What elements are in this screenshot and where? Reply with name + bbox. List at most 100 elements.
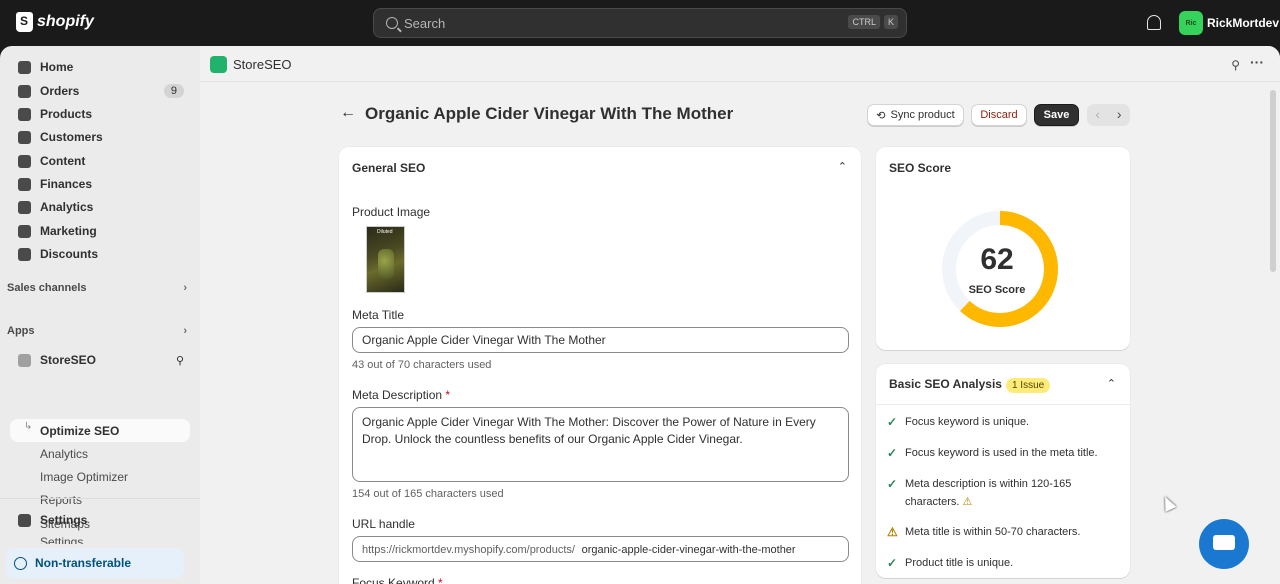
search-icon bbox=[386, 17, 398, 29]
chevron-right-icon: › bbox=[183, 282, 187, 294]
top-bar: shopify Search CTRL K Ric RickMortdev bbox=[0, 0, 1280, 46]
sales-channels-section[interactable]: Sales channels › bbox=[7, 282, 187, 294]
analysis-text: Focus keyword is unique. bbox=[905, 416, 1030, 428]
chevron-up-icon[interactable]: ⌃ bbox=[1107, 377, 1116, 390]
sidebar-item-settings[interactable]: Settings bbox=[10, 509, 190, 531]
analysis-item: ✓ Meta description is within 120-165 char… bbox=[887, 475, 1117, 511]
kbd-k: K bbox=[883, 15, 898, 29]
card-heading-text: Basic SEO Analysis bbox=[889, 377, 1002, 391]
meta-description-label: Meta Description * bbox=[352, 388, 451, 402]
app-title: StoreSEO bbox=[233, 57, 292, 72]
sidebar: Home Orders 9 Products Customers Content … bbox=[0, 46, 200, 584]
more-options-icon[interactable]: ··· bbox=[1250, 54, 1264, 70]
url-handle-label: URL handle bbox=[352, 517, 415, 531]
back-arrow-icon[interactable]: ← bbox=[340, 104, 356, 122]
sidebar-item-content[interactable]: Content bbox=[10, 150, 190, 172]
section-label: Apps bbox=[7, 325, 35, 337]
bell-icon[interactable] bbox=[1147, 15, 1161, 30]
url-handle-input[interactable]: https://rickmortdev.myshopify.com/produc… bbox=[352, 536, 849, 562]
warning-icon: ⚠ bbox=[962, 496, 973, 508]
discount-icon bbox=[18, 247, 31, 261]
discard-label: Discard bbox=[980, 109, 1018, 121]
product-image-label: Product Image bbox=[352, 205, 431, 219]
sub-item-reports[interactable]: Reports bbox=[40, 493, 82, 507]
sidebar-item-home[interactable]: Home bbox=[10, 56, 190, 78]
search-placeholder: Search bbox=[404, 15, 446, 31]
shopify-logo[interactable]: shopify bbox=[16, 12, 94, 32]
analysis-text: Meta description is within 120-165 chara… bbox=[905, 475, 1117, 511]
banner-label: Non-transferable bbox=[35, 556, 132, 570]
analysis-item: ✓ Product title is unique. bbox=[887, 554, 1117, 572]
storeseo-app-icon bbox=[18, 353, 31, 367]
orders-count-badge: 9 bbox=[163, 84, 184, 98]
tag-icon bbox=[18, 107, 31, 121]
sidebar-item-customers[interactable]: Customers bbox=[10, 126, 190, 148]
avatar: Ric bbox=[1179, 11, 1203, 35]
sync-product-button[interactable]: ⟲ Sync product bbox=[867, 104, 964, 126]
seo-score-label: SEO Score bbox=[968, 284, 1026, 296]
home-icon bbox=[18, 60, 31, 74]
basic-seo-analysis-card: Basic SEO Analysis 1 Issue ⌃ ✓ Focus keywo… bbox=[876, 364, 1130, 578]
analysis-item: ✓ Focus keyword is unique. bbox=[887, 413, 1117, 431]
next-icon[interactable]: › bbox=[1109, 104, 1131, 126]
seo-score-card: SEO Score 62 SEO Score bbox=[876, 147, 1130, 350]
sidebar-item-discounts[interactable]: Discounts bbox=[10, 243, 190, 265]
chat-button[interactable] bbox=[1199, 519, 1249, 569]
seo-score-value: 62 bbox=[980, 243, 1014, 276]
tree-branch-icon: ↳ bbox=[24, 421, 33, 432]
sidebar-item-label: Marketing bbox=[40, 224, 97, 238]
chart-icon bbox=[18, 200, 31, 214]
meta-title-label: Meta Title bbox=[352, 308, 405, 322]
sidebar-item-finances[interactable]: Finances bbox=[10, 173, 190, 195]
meta-title-input[interactable]: Organic Apple Cider Vinegar With The Mot… bbox=[352, 327, 849, 353]
page-title: Organic Apple Cider Vinegar With The Mot… bbox=[365, 104, 734, 123]
meta-description-help: 154 out of 165 characters used bbox=[352, 488, 504, 500]
apps-section[interactable]: Apps › bbox=[7, 325, 187, 337]
user-menu[interactable]: Ric RickMortdev bbox=[1179, 11, 1279, 35]
non-transferable-banner[interactable]: Non-transferable bbox=[6, 548, 184, 578]
sub-item-analytics[interactable]: Analytics bbox=[40, 447, 88, 461]
bank-icon bbox=[18, 177, 31, 191]
sidebar-item-storeseo[interactable]: StoreSEO ⚲ bbox=[10, 349, 190, 371]
scrollbar[interactable] bbox=[1270, 90, 1276, 272]
sidebar-item-products[interactable]: Products bbox=[10, 103, 190, 125]
analysis-text: Meta title is within 50-70 characters. bbox=[905, 526, 1081, 538]
app-header: StoreSEO ⚲ ··· bbox=[200, 46, 1280, 82]
check-icon: ✓ bbox=[887, 556, 898, 570]
meta-title-help: 43 out of 70 characters used bbox=[352, 359, 492, 371]
pin-icon[interactable]: ⚲ bbox=[1231, 58, 1240, 72]
issue-badge: 1 Issue bbox=[1005, 378, 1051, 393]
discard-button[interactable]: Discard bbox=[971, 104, 1027, 126]
gear-icon bbox=[18, 513, 31, 527]
sidebar-item-marketing[interactable]: Marketing bbox=[10, 220, 190, 242]
meta-title-value: Organic Apple Cider Vinegar With The Mot… bbox=[362, 333, 606, 347]
product-thumbnail[interactable]: Diluted bbox=[366, 226, 405, 293]
previous-icon[interactable]: ‹ bbox=[1087, 104, 1109, 126]
search-bar[interactable]: Search CTRL K bbox=[373, 8, 907, 38]
sidebar-item-label: Orders bbox=[40, 84, 80, 98]
analysis-item: ⚠ Meta title is within 50-70 characters. bbox=[887, 523, 1117, 541]
sidebar-item-label: Content bbox=[40, 154, 86, 168]
target-icon bbox=[18, 224, 31, 238]
card-heading: General SEO bbox=[352, 161, 426, 175]
sidebar-item-label: Home bbox=[40, 60, 74, 74]
main-area: StoreSEO ⚲ ··· ← Organic Apple Cider Vin… bbox=[200, 46, 1280, 584]
save-button[interactable]: Save bbox=[1034, 104, 1079, 126]
sub-item-optimize-seo[interactable]: Optimize SEO bbox=[40, 424, 119, 438]
analysis-text-content: Meta description is within 120-165 chara… bbox=[905, 478, 1072, 508]
bottle-image bbox=[378, 249, 394, 279]
sidebar-item-label: Finances bbox=[40, 177, 93, 191]
info-icon bbox=[14, 556, 27, 570]
sub-item-settings[interactable]: Settings bbox=[40, 535, 83, 544]
chevron-right-icon: › bbox=[183, 325, 187, 337]
sidebar-item-analytics[interactable]: Analytics bbox=[10, 196, 190, 218]
check-icon: ✓ bbox=[887, 446, 898, 460]
sidebar-item-orders[interactable]: Orders 9 bbox=[10, 80, 190, 102]
kbd-ctrl: CTRL bbox=[848, 15, 880, 29]
meta-description-textarea[interactable]: Organic Apple Cider Vinegar With The Mot… bbox=[352, 407, 849, 482]
pin-icon[interactable]: ⚲ bbox=[176, 354, 184, 367]
sync-icon: ⟲ bbox=[876, 109, 886, 122]
shopify-bag-icon bbox=[16, 12, 33, 32]
sub-item-image-optimizer[interactable]: Image Optimizer bbox=[40, 470, 128, 484]
chevron-up-icon[interactable]: ⌃ bbox=[838, 160, 847, 173]
